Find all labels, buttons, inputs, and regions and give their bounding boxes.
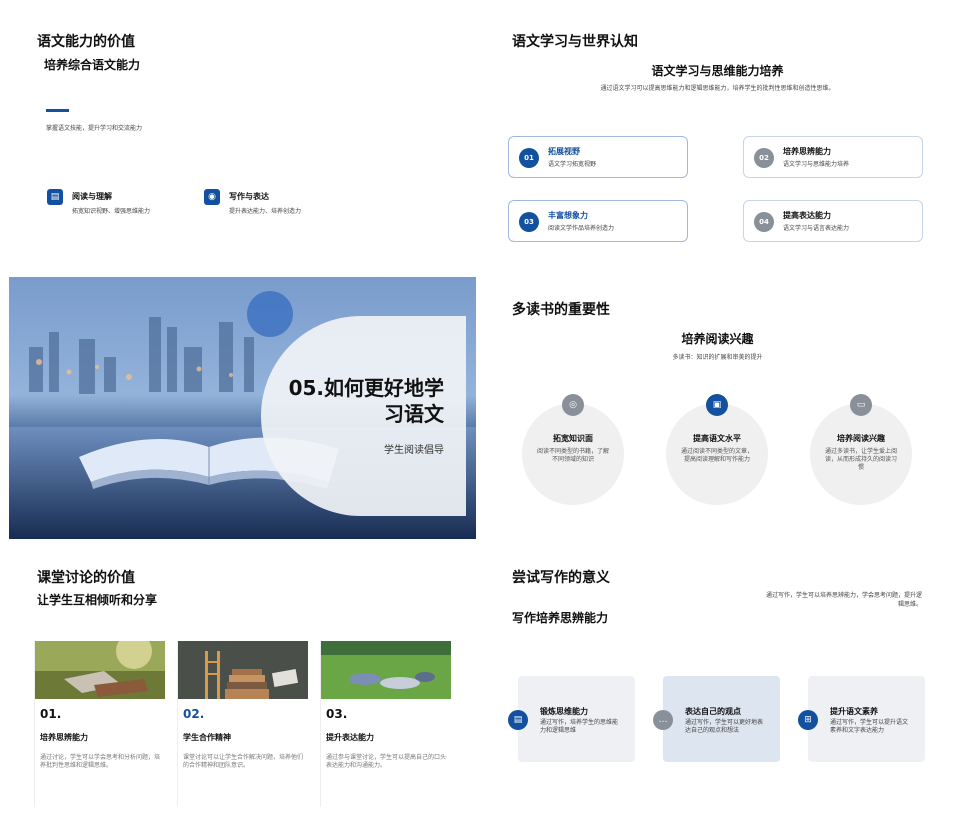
- slide-subtitle: 写作培养思辨能力: [512, 611, 609, 625]
- location-pin-icon: ◉: [204, 189, 220, 205]
- number-badge: 01: [519, 148, 539, 168]
- section-title: 05.如何更好地学习语文: [288, 376, 444, 426]
- circle-desc: 通过阅读不同类型的文章，提高阅读理解和写作能力: [680, 448, 753, 463]
- writing-card[interactable]: … 表达自己的观点 通过写作，学生可以更好地表达自己的观点和想法: [653, 676, 780, 762]
- card-title: 拓展视野: [548, 147, 580, 156]
- card-desc: 通过写作，培养学生的思维能力和逻辑思维: [540, 719, 619, 734]
- accent-bar: [46, 109, 69, 112]
- column-number: 03.: [326, 707, 348, 721]
- card-expression[interactable]: 04 提高表达能力 语文学习与语言表达能力: [743, 200, 923, 242]
- discussion-column: 01. 培养思辨能力 通过讨论，学生可以学会思考和分析问题，培养批判性思维和逻辑…: [34, 641, 166, 807]
- slide-section-cover[interactable]: 05.如何更好地学习语文 学生阅读倡导: [9, 277, 476, 539]
- writing-card[interactable]: ⊞ 提升语文素养 通过写作，学生可以提升语文素养和文字表达能力: [798, 676, 925, 762]
- number-badge: 04: [754, 212, 774, 232]
- hierarchy-icon: ⊞: [798, 710, 818, 730]
- card-desc: 语文学习与思维能力培养: [783, 161, 850, 168]
- column-title: 提升表达能力: [326, 733, 374, 742]
- card-title: 表达自己的观点: [685, 707, 741, 716]
- card-desc: 通过写作，学生可以更好地表达自己的观点和想法: [685, 719, 764, 734]
- circle-desc: 阅读不同类型的书籍，了解不同领域的知识: [536, 448, 609, 463]
- item-title: 写作与表达: [229, 192, 269, 201]
- column-title: 培养思辨能力: [40, 733, 88, 742]
- slide-world-cognition[interactable]: 语文学习与世界认知 语文学习与思维能力培养 通过语文学习可以提高思维能力和逻辑思…: [484, 9, 951, 271]
- column-desc: 通过讨论，学生可以学会思考和分析问题，培养批判性思维和逻辑思维。: [40, 754, 161, 769]
- slide-title: 尝试写作的意义: [512, 570, 610, 586]
- number-badge: 02: [754, 148, 774, 168]
- circle-desc: 通过多读书，让学生爱上阅读，从而形成持久的阅读习惯: [824, 448, 897, 471]
- slide-writing-meaning[interactable]: 尝试写作的意义 通过写作，学生可以培养思辨能力，学会思考问题，提升逻辑思维。 写…: [484, 545, 951, 807]
- slide-subtitle: 培养综合语文能力: [44, 58, 141, 72]
- column-title: 学生合作精神: [183, 733, 231, 742]
- circle-title: 提高语文水平: [693, 434, 741, 443]
- slide-description: 多读书：知识的扩展和审美的提升: [672, 354, 763, 361]
- slide-subtitle: 语文学习与思维能力培养: [651, 64, 784, 78]
- discussion-column: 03. 提升表达能力 通过参与课堂讨论，学生可以提高自己的口头表达能力和沟通能力…: [320, 641, 452, 807]
- slide-title: 语文学习与世界认知: [512, 34, 638, 50]
- circle-card[interactable]: ▣ 提高语文水平 通过阅读不同类型的文章，提高阅读理解和写作能力: [666, 394, 768, 505]
- card-title: 提高表达能力: [783, 211, 831, 220]
- slide-title: 语文能力的价值: [37, 34, 135, 50]
- column-desc: 通过参与课堂讨论，学生可以提高自己的口头表达能力和沟通能力。: [326, 754, 447, 769]
- card-title: 提升语文素养: [830, 707, 878, 716]
- card-desc: 阅读文学作品培养创造力: [548, 225, 615, 232]
- slide-title: 课堂讨论的价值: [37, 570, 135, 586]
- slide-class-discussion[interactable]: 课堂讨论的价值 让学生互相倾听和分享 01. 培养思辨能力 通过讨论，学生可以学…: [9, 545, 476, 807]
- card-title: 锻炼思维能力: [540, 707, 588, 716]
- slide-title: 多读书的重要性: [512, 302, 610, 318]
- section-subtitle: 学生阅读倡导: [384, 445, 444, 456]
- item-desc: 拓宽知识视野、增强思维能力: [72, 208, 151, 215]
- item-title: 阅读与理解: [72, 192, 112, 201]
- column-number: 01.: [40, 707, 62, 721]
- document-icon: ▤: [508, 710, 528, 730]
- slide-language-value[interactable]: 语文能力的价值 培养综合语文能力 掌握语文技能，提升学习和交流能力 ▤ 阅读与理…: [9, 9, 476, 271]
- circle-title: 培养阅读兴趣: [837, 434, 885, 443]
- discussion-column: 02. 学生合作精神 课堂讨论可以让学生合作解决问题，培养他们的合作精神和团队意…: [177, 641, 309, 807]
- card-desc: 通过写作，学生可以提升语文素养和文字表达能力: [830, 719, 909, 734]
- book-icon: ▤: [47, 189, 63, 205]
- card-expand-view[interactable]: 01 拓展视野 语文学习拓宽视野: [508, 136, 688, 178]
- item-desc: 提升表达能力、培养创造力: [229, 208, 302, 215]
- chat-icon: …: [653, 710, 673, 730]
- card-desc: 语文学习与语言表达能力: [783, 225, 850, 232]
- slide-subtitle: 让学生互相倾听和分享: [37, 593, 158, 607]
- writing-card[interactable]: ▤ 锻炼思维能力 通过写作，培养学生的思维能力和逻辑思维: [508, 676, 635, 762]
- slide-subtitle: 培养阅读兴趣: [681, 332, 754, 346]
- number-badge: 03: [519, 212, 539, 232]
- card-title: 培养思辨能力: [783, 147, 831, 156]
- card-title: 丰富想象力: [548, 211, 588, 220]
- column-number: 02.: [183, 707, 205, 721]
- column-desc: 课堂讨论可以让学生合作解决问题，培养他们的合作精神和团队意识。: [183, 754, 304, 769]
- circle-title: 拓宽知识面: [553, 434, 593, 443]
- card-critical-thinking[interactable]: 02 培养思辨能力 语文学习与思维能力培养: [743, 136, 923, 178]
- decorative-circle: [247, 291, 293, 337]
- slide-reading-importance[interactable]: 多读书的重要性 培养阅读兴趣 多读书：知识的扩展和审美的提升 ◎ 拓宽知识面 阅…: [484, 277, 951, 539]
- card-desc: 语文学习拓宽视野: [548, 161, 597, 168]
- globe-icon: ◎: [562, 394, 584, 416]
- circle-card[interactable]: ◎ 拓宽知识面 阅读不同类型的书籍，了解不同领域的知识: [522, 394, 624, 505]
- card-imagination[interactable]: 03 丰富想象力 阅读文学作品培养创造力: [508, 200, 688, 242]
- circle-card[interactable]: ▭ 培养阅读兴趣 通过多读书，让学生爱上阅读，从而形成持久的阅读习惯: [810, 394, 912, 505]
- image-icon: ▣: [706, 394, 728, 416]
- slide-description: 通过语文学习可以提高思维能力和逻辑思维能力，培养学生的批判性思维和创造性思维。: [600, 85, 835, 92]
- inbox-icon: ▭: [850, 394, 872, 416]
- slide-description: 通过写作，学生可以培养思辨能力，学会思考问题，提升逻辑思维。: [766, 592, 923, 608]
- slide-description: 掌握语文技能，提升学习和交流能力: [46, 125, 143, 132]
